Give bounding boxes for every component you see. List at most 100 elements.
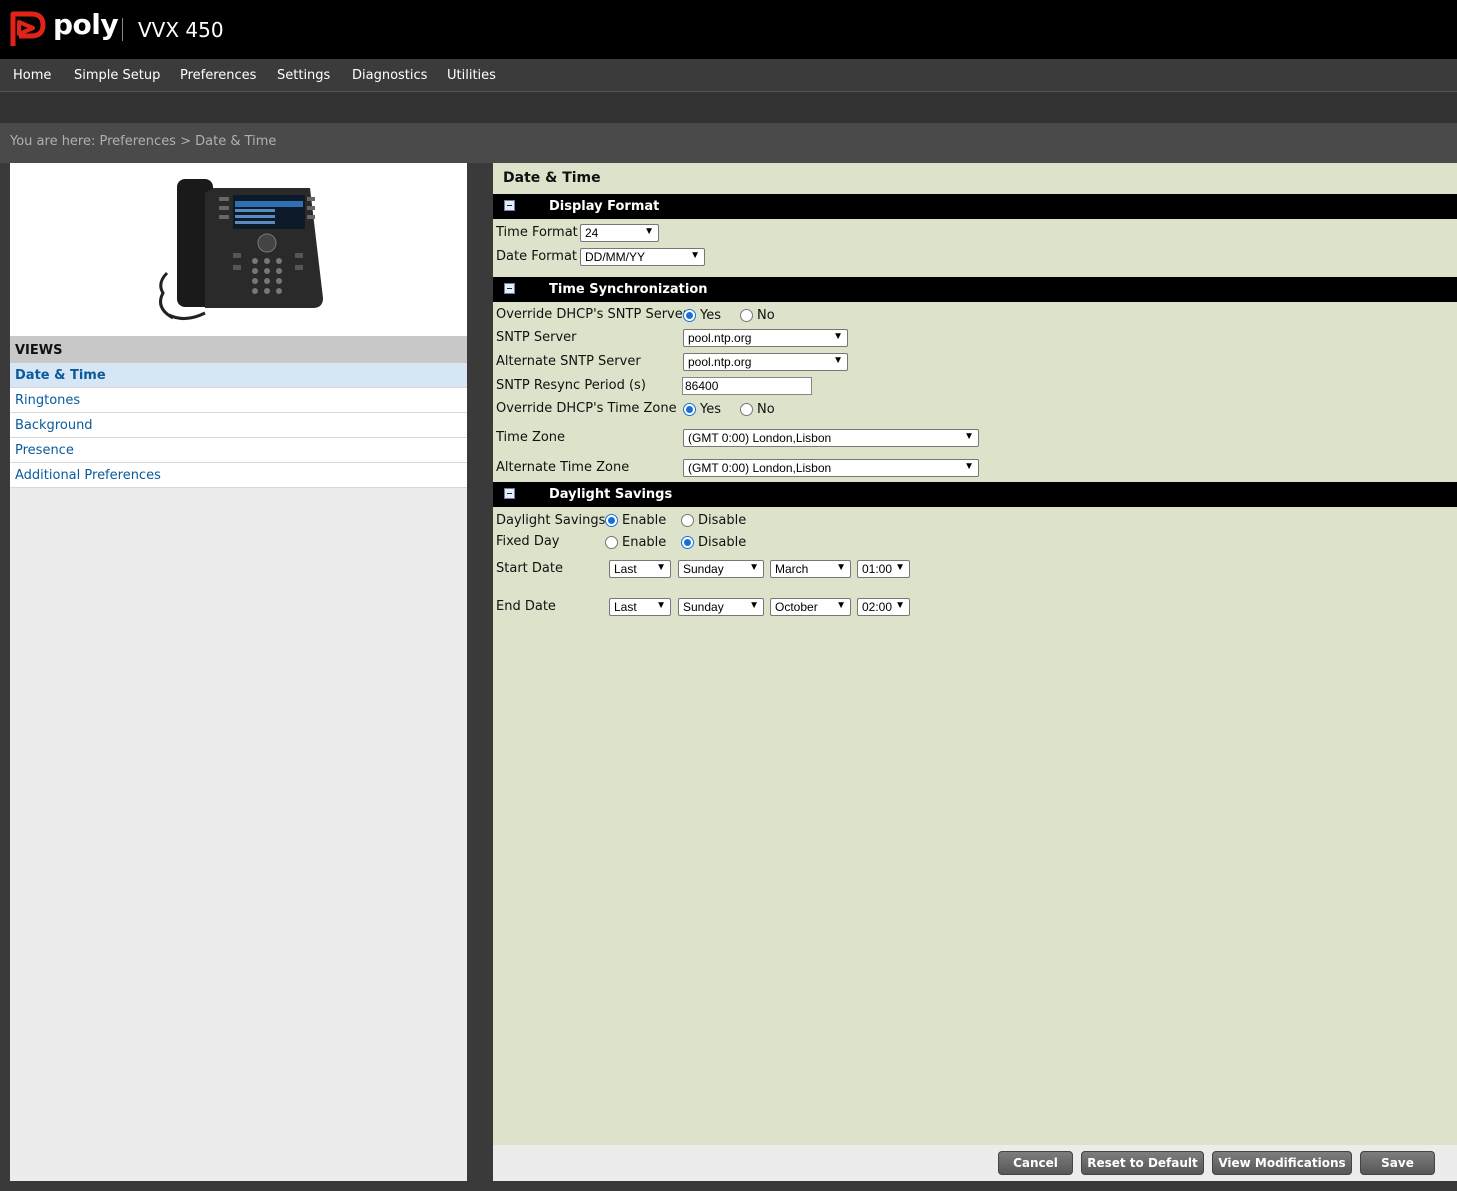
select-value: 01:00 <box>862 562 893 576</box>
time-zone-select[interactable]: (GMT 0:00) London,Lisbon ▼ <box>683 429 979 447</box>
daylight-enable-radio[interactable] <box>605 514 618 527</box>
end-date-label: End Date <box>496 599 556 614</box>
disable-label: Disable <box>698 535 747 550</box>
chevron-down-icon: ▼ <box>964 431 974 442</box>
alt-sntp-label: Alternate SNTP Server <box>496 354 641 369</box>
nav-home[interactable]: Home <box>13 68 51 83</box>
chevron-down-icon: ▼ <box>749 562 759 573</box>
select-value: October <box>775 600 818 614</box>
phone-model: VVX 450 <box>138 18 224 42</box>
select-value: Last <box>614 562 637 576</box>
view-modifications-button[interactable]: View Modifications <box>1212 1151 1352 1175</box>
breadcrumb: You are here: Preferences > Date & Time <box>10 134 277 149</box>
view-item-date-time[interactable]: Date & Time <box>10 363 467 388</box>
end-day-select[interactable]: Sunday ▼ <box>678 598 764 616</box>
sntp-server-label: SNTP Server <box>496 330 577 345</box>
brand-name: poly <box>53 8 119 41</box>
date-format-select[interactable]: DD/MM/YY ▼ <box>580 248 705 266</box>
start-week-select[interactable]: Last ▼ <box>609 560 671 578</box>
select-value: Sunday <box>683 562 724 576</box>
end-time-select[interactable]: 02:00 ▼ <box>857 598 910 616</box>
resync-period-label: SNTP Resync Period (s) <box>496 378 646 393</box>
yes-label: Yes <box>700 308 721 323</box>
select-value: Last <box>614 600 637 614</box>
enable-label: Enable <box>622 513 667 528</box>
collapse-icon[interactable] <box>504 488 515 499</box>
alt-time-zone-select[interactable]: (GMT 0:00) London,Lisbon ▼ <box>683 459 979 477</box>
collapse-icon[interactable] <box>504 200 515 211</box>
sntp-server-select[interactable]: pool.ntp.org ▼ <box>683 329 848 347</box>
chevron-down-icon: ▼ <box>895 600 905 611</box>
chevron-down-icon: ▼ <box>656 562 666 573</box>
daylight-savings-label: Daylight Savings <box>496 513 606 528</box>
yes-label: Yes <box>700 402 721 417</box>
poly-logo-icon <box>10 11 46 46</box>
nav-utilities[interactable]: Utilities <box>447 68 496 83</box>
section-title: Time Synchronization <box>549 282 708 297</box>
time-format-select[interactable]: 24 ▼ <box>580 224 659 242</box>
nav-settings[interactable]: Settings <box>277 68 330 83</box>
daylight-disable-radio[interactable] <box>681 514 694 527</box>
override-sntp-yes-radio[interactable] <box>683 309 696 322</box>
main-nav: Home Simple Setup Preferences Settings D… <box>0 59 1457 92</box>
header-divider <box>122 18 123 41</box>
top-header: poly VVX 450 <box>0 0 1457 59</box>
disable-label: Disable <box>698 513 747 528</box>
section-title: Display Format <box>549 199 660 214</box>
chevron-down-icon: ▼ <box>836 562 846 573</box>
view-item-additional-preferences[interactable]: Additional Preferences <box>10 463 467 488</box>
start-time-select[interactable]: 01:00 ▼ <box>857 560 910 578</box>
enable-label: Enable <box>622 535 667 550</box>
nav-preferences[interactable]: Preferences <box>180 68 256 83</box>
daylight-savings-header: Daylight Savings <box>493 482 1457 507</box>
views-list: Date & Time Ringtones Background Presenc… <box>10 363 467 488</box>
nav-diagnostics[interactable]: Diagnostics <box>352 68 427 83</box>
settings-panel: Date & Time Display Format Time Format 2… <box>493 163 1457 1145</box>
phone-image-box <box>10 163 467 336</box>
start-month-select[interactable]: March ▼ <box>770 560 851 578</box>
save-button[interactable]: Save <box>1360 1151 1435 1175</box>
nav-simple-setup[interactable]: Simple Setup <box>74 68 160 83</box>
alt-time-zone-label: Alternate Time Zone <box>496 460 630 475</box>
select-value: March <box>775 562 809 576</box>
override-tz-yes-radio[interactable] <box>683 403 696 416</box>
chevron-down-icon: ▼ <box>895 562 905 573</box>
alt-sntp-select[interactable]: pool.ntp.org ▼ <box>683 353 848 371</box>
override-sntp-label: Override DHCP's SNTP Server <box>496 307 689 322</box>
chevron-down-icon: ▼ <box>836 600 846 611</box>
view-item-background[interactable]: Background <box>10 413 467 438</box>
reset-to-default-button[interactable]: Reset to Default <box>1081 1151 1204 1175</box>
start-day-select[interactable]: Sunday ▼ <box>678 560 764 578</box>
no-label: No <box>757 402 775 417</box>
fixed-day-disable-radio[interactable] <box>681 536 694 549</box>
fixed-day-enable-radio[interactable] <box>605 536 618 549</box>
chevron-down-icon: ▼ <box>964 461 974 472</box>
override-tz-no-radio[interactable] <box>740 403 753 416</box>
end-month-select[interactable]: October ▼ <box>770 598 851 616</box>
view-item-ringtones[interactable]: Ringtones <box>10 388 467 413</box>
select-value: 24 <box>585 226 599 240</box>
left-panel: VIEWS Date & Time Ringtones Background P… <box>10 163 467 1181</box>
desk-phone-image <box>159 179 323 320</box>
sub-nav-bar <box>0 92 1457 123</box>
display-format-header: Display Format <box>493 194 1457 219</box>
select-value: 02:00 <box>862 600 893 614</box>
select-value: pool.ntp.org <box>688 331 752 345</box>
override-sntp-no-radio[interactable] <box>740 309 753 322</box>
view-item-presence[interactable]: Presence <box>10 438 467 463</box>
end-week-select[interactable]: Last ▼ <box>609 598 671 616</box>
action-bar: Cancel Reset to Default View Modificatio… <box>493 1145 1457 1181</box>
override-tz-label: Override DHCP's Time Zone <box>496 401 677 416</box>
date-format-label: Date Format <box>496 249 578 264</box>
chevron-down-icon: ▼ <box>833 355 843 366</box>
collapse-icon[interactable] <box>504 283 515 294</box>
time-sync-header: Time Synchronization <box>493 277 1457 302</box>
breadcrumb-bar: You are here: Preferences > Date & Time <box>0 123 1457 163</box>
fixed-day-label: Fixed Day <box>496 534 560 549</box>
resync-period-input[interactable] <box>682 377 812 395</box>
cancel-button[interactable]: Cancel <box>998 1151 1073 1175</box>
select-value: (GMT 0:00) London,Lisbon <box>688 461 832 475</box>
select-value: DD/MM/YY <box>585 250 645 264</box>
section-title: Daylight Savings <box>549 487 673 502</box>
views-header: VIEWS <box>10 336 467 363</box>
